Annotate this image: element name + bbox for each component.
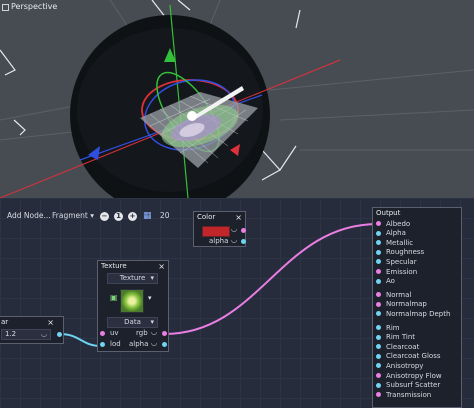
scalar-value-field[interactable]: 1.2 ◡ [1,329,51,340]
zoom-out-button[interactable]: − [100,211,109,221]
visual-shader-editor[interactable]: Add Node... Fragment ▾ − 1 + ▦ 20 Color … [0,198,474,408]
output-input-port[interactable] [376,392,381,398]
scalar-node-title-text: ar [1,318,9,326]
chevron-down-icon: ▾ [150,274,154,282]
output-port-label: Subsurf Scatter [386,381,441,390]
output-port-row[interactable]: Transmission [373,390,461,400]
zoom-reset-button[interactable]: 1 [114,211,123,221]
output-input-port[interactable] [376,240,381,246]
texture-node-title: Texture × [98,261,168,272]
chevron-icon: ◡ [40,330,47,338]
output-input-port[interactable] [376,221,381,226]
output-input-port[interactable] [376,334,381,340]
snap-grid-icon[interactable]: ▦ [143,208,152,224]
perspective-label: Perspective [11,2,58,11]
color-alpha-label: alpha [209,237,229,245]
output-input-port[interactable] [376,259,381,265]
close-icon[interactable]: × [235,212,242,223]
output-input-port[interactable] [376,344,381,350]
texture-alpha-label: alpha [129,340,149,348]
output-input-port[interactable] [376,382,381,388]
texture-uv-label: uv [110,329,119,337]
color-picker-chevron-icon[interactable]: ◡ [231,225,237,233]
scalar-node[interactable]: ar × 1.2 ◡ [0,316,64,344]
output-input-port[interactable] [376,325,381,330]
scalar-node-title: ar × [0,317,63,328]
texture-lod-input-port[interactable] [100,342,105,347]
output-input-port[interactable] [376,269,381,274]
output-port-label: Metallic [386,238,414,247]
zoom-in-button[interactable]: + [128,211,137,221]
texture-rgb-output-port[interactable] [162,331,167,336]
output-port-label: Normal [386,290,412,299]
viewport-scene [0,0,474,198]
output-port-label: Rim Tint [386,333,416,342]
output-port-row[interactable]: Ao [373,277,461,287]
texture-type-label: Data [124,318,141,326]
texture-node-title-text: Texture [101,262,127,270]
texture-source-label: Texture [119,274,146,282]
color-rgb-output-port[interactable] [241,228,246,233]
texture-rgb-label: rgb [136,329,148,337]
texture-type-dropdown[interactable]: Data ▾ [107,317,158,328]
close-icon[interactable]: × [47,317,54,328]
output-port-label: Albedo [386,219,411,228]
output-port-label: Ao [386,277,395,286]
color-node-title-text: Color [197,213,216,221]
output-input-port[interactable] [376,353,381,359]
output-port-label: Roughness [386,248,425,257]
output-input-port[interactable] [376,292,381,298]
3d-viewport[interactable]: Perspective [0,0,474,198]
output-input-port[interactable] [376,278,381,284]
color-alpha-output-port[interactable] [241,239,246,244]
texture-thumbnail[interactable] [120,289,144,313]
add-node-button[interactable]: Add Node... [7,208,51,224]
snap-value[interactable]: 20 [160,208,170,224]
output-input-port[interactable] [376,363,381,369]
output-port-label: Anisotropy [386,361,424,370]
output-input-port[interactable] [376,373,381,378]
output-port-row[interactable]: Normalmap Depth [373,309,461,319]
texture-source-dropdown[interactable]: Texture ▾ [107,273,158,284]
perspective-checkbox-icon [2,3,9,11]
perspective-menu[interactable]: Perspective [2,0,57,14]
output-port-label: Anisotropy Flow [386,371,442,380]
output-port-label: Rim [386,323,400,332]
output-port-label: Clearcoat [386,342,420,351]
texture-node[interactable]: Texture × Texture ▾ ▣ ▾ Data ▾ uv rgb ◡ … [97,260,169,352]
color-node-title: Color × [194,212,245,223]
chevron-down-icon: ▾ [150,318,154,326]
rgb-chevron-icon: ◡ [151,328,158,336]
output-input-port[interactable] [376,311,381,317]
output-node-title: Output [376,209,401,217]
output-port-label: Emission [386,267,418,276]
output-port-label: Transmission [386,390,432,399]
texture-alpha-output-port[interactable] [162,342,167,347]
alpha-chevron-icon: ◡ [231,236,238,244]
output-input-port[interactable] [376,230,381,236]
output-input-port[interactable] [376,301,381,307]
chevron-down-icon[interactable]: ▾ [148,294,152,302]
output-port-label: Clearcoat Gloss [386,352,441,361]
output-port-label: Normalmap [386,300,427,309]
output-port-label: Specular [386,257,417,266]
alpha-chevron-icon: ◡ [151,339,158,347]
output-node[interactable]: Output Albedo Alpha Metallic Roughness Specu… [372,207,462,408]
output-port-label: Normalmap Depth [386,309,451,318]
chevron-down-icon: ▾ [90,211,94,220]
texture-uv-input-port[interactable] [100,331,105,336]
image-icon: ▣ [110,293,118,302]
texture-lod-label: lod [110,340,121,348]
close-icon[interactable]: × [158,261,165,272]
output-input-port[interactable] [376,249,381,255]
scalar-value: 1.2 [5,330,17,338]
connection-scalar-uv [59,333,102,347]
mode-dropdown[interactable]: Fragment ▾ [52,208,94,224]
mode-label: Fragment [52,211,88,220]
color-node[interactable]: Color × ◡ alpha ◡ [193,211,246,247]
output-port-label: Alpha [386,229,406,238]
scalar-output-port[interactable] [57,332,62,337]
